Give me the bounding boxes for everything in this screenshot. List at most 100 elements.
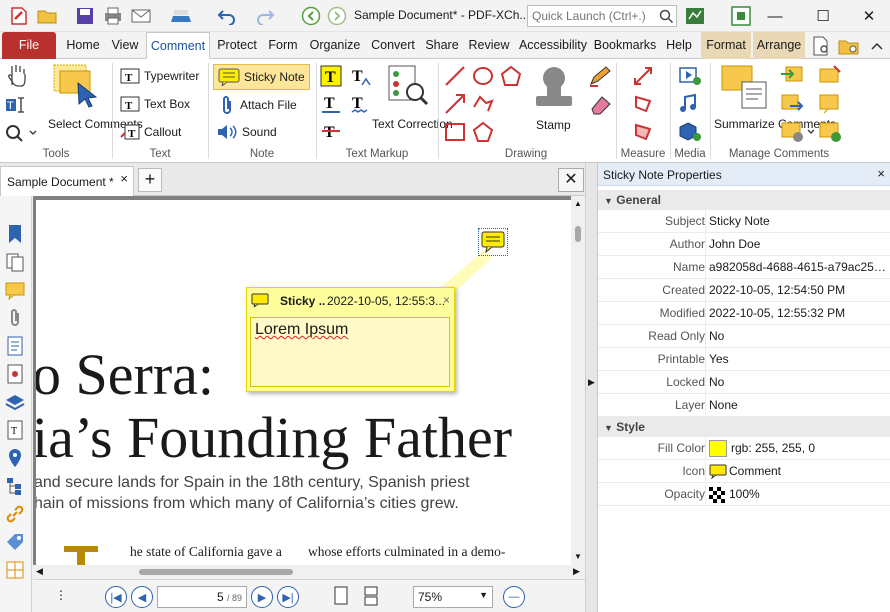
property-value[interactable]: 2022-10-05, 12:55:32 PM: [709, 306, 889, 320]
3d-object-icon[interactable]: [678, 121, 702, 146]
property-value[interactable]: Comment: [729, 464, 890, 478]
horizontal-scroll-thumb[interactable]: [139, 569, 293, 575]
scan-icon[interactable]: [170, 5, 192, 27]
summarize-comments-label[interactable]: Summarize Comments: [714, 118, 836, 131]
popup-text-field[interactable]: Lorem Ipsum: [250, 317, 450, 387]
tab-convert[interactable]: Convert: [367, 32, 419, 59]
typewriter-button[interactable]: T Typewriter: [120, 67, 199, 85]
content-panel-icon[interactable]: [5, 336, 25, 356]
tab-accessibility[interactable]: Accessibility: [516, 32, 590, 59]
export-comments-icon[interactable]: [780, 93, 804, 118]
minimize-button[interactable]: —: [752, 0, 798, 32]
section-general[interactable]: ▼ General: [598, 190, 890, 210]
line-icon[interactable]: [444, 65, 466, 90]
tab-bookmarks[interactable]: Bookmarks: [592, 32, 658, 59]
attachments-icon[interactable]: [5, 308, 25, 328]
callout-button[interactable]: T Callout: [120, 123, 181, 141]
structure-icon[interactable]: [5, 476, 25, 496]
tab-comment[interactable]: Comment: [146, 32, 210, 59]
scroll-left-icon[interactable]: ◀: [36, 566, 43, 577]
insert-text-icon[interactable]: T: [350, 65, 372, 90]
text-box-button[interactable]: T Text Box: [120, 95, 190, 113]
area-icon[interactable]: [632, 121, 654, 146]
undo-icon[interactable]: [216, 5, 238, 27]
links-icon[interactable]: [5, 504, 25, 524]
comments-settings-icon[interactable]: [780, 121, 816, 146]
tab-help[interactable]: Help: [662, 32, 696, 59]
print-icon[interactable]: [102, 5, 124, 27]
collapse-panel-icon[interactable]: ▶: [588, 377, 595, 388]
comment-flag-icon[interactable]: [818, 65, 842, 90]
property-row-fill-color[interactable]: Fill Color rgb: 255, 255, 0: [598, 437, 890, 460]
page-number-field[interactable]: 5 / 89: [157, 586, 247, 608]
select-comments-icon[interactable]: [52, 63, 102, 114]
sticky-note-annotation-icon[interactable]: [478, 228, 508, 256]
oval-icon[interactable]: [472, 65, 494, 90]
stamp-icon[interactable]: [530, 64, 578, 115]
property-value[interactable]: None: [709, 398, 889, 412]
text-correction-icon[interactable]: [385, 64, 429, 111]
zoom-select[interactable]: 75% ▼: [413, 586, 493, 608]
hand-tool-icon[interactable]: [6, 63, 28, 90]
close-window-button[interactable]: ✕: [846, 0, 890, 32]
stamp-label[interactable]: Stamp: [536, 118, 571, 132]
property-row-layer[interactable]: Layer None: [598, 394, 890, 417]
popup-close-icon[interactable]: ×: [443, 293, 450, 307]
tab-home[interactable]: Home: [62, 32, 104, 59]
sound-button[interactable]: Sound: [216, 123, 277, 141]
thumbnails-icon[interactable]: [5, 252, 25, 272]
property-row-opacity[interactable]: Opacity 100%: [598, 483, 890, 506]
next-page-button[interactable]: ▶: [251, 586, 273, 608]
single-page-icon[interactable]: [333, 586, 349, 609]
scroll-right-icon[interactable]: ▶: [573, 566, 580, 577]
eraser-icon[interactable]: [588, 93, 612, 118]
tab-form[interactable]: Form: [265, 32, 301, 59]
panel-splitter[interactable]: ▶: [585, 163, 597, 612]
zoom-out-button[interactable]: —: [503, 586, 525, 608]
tab-view[interactable]: View: [108, 32, 142, 59]
comment-check-icon[interactable]: [818, 121, 842, 146]
close-document-button[interactable]: ✕: [558, 168, 584, 192]
polygon-icon[interactable]: [500, 65, 522, 90]
back-icon[interactable]: [300, 5, 322, 27]
highlight-text-icon[interactable]: T: [320, 65, 342, 90]
fill-color-swatch[interactable]: [709, 440, 727, 457]
property-value[interactable]: No: [709, 375, 889, 389]
redo-icon[interactable]: [254, 5, 276, 27]
property-value[interactable]: John Doe: [709, 237, 889, 251]
continuous-page-icon[interactable]: [363, 586, 379, 609]
property-row-modified[interactable]: Modified 2022-10-05, 12:55:32 PM: [598, 302, 890, 325]
pdf-page[interactable]: o Serra: ia’s Founding Father and secure…: [36, 200, 571, 565]
sticky-note-popup[interactable]: Sticky .. 2022-10-05, 12:55:3... × Lorem…: [246, 287, 455, 392]
tags-icon[interactable]: T: [5, 420, 25, 440]
property-row-author[interactable]: Author John Doe: [598, 233, 890, 256]
customize-icon[interactable]: [684, 5, 706, 27]
scroll-down-icon[interactable]: ▼: [574, 552, 582, 561]
audio-icon[interactable]: [678, 93, 702, 118]
organizer-icon[interactable]: [5, 560, 25, 580]
destinations-icon[interactable]: [5, 448, 25, 468]
tab-review[interactable]: Review: [466, 32, 512, 59]
property-value[interactable]: Sticky Note: [709, 214, 889, 228]
select-text-icon[interactable]: T: [5, 96, 31, 117]
sticky-note-button[interactable]: Sticky Note: [213, 64, 310, 90]
forward-icon[interactable]: [326, 5, 348, 27]
open-folder-icon[interactable]: [36, 5, 58, 27]
maximize-button[interactable]: ☐: [800, 0, 846, 32]
close-panel-icon[interactable]: ×: [877, 166, 885, 181]
vertical-scrollbar[interactable]: ▲ ▼: [571, 196, 585, 565]
underline-text-icon[interactable]: T: [320, 93, 342, 118]
save-icon[interactable]: [74, 5, 96, 27]
layers-icon[interactable]: [5, 392, 25, 412]
property-row-name[interactable]: Name a982058d-4688-4615-a79ac25e43..: [598, 256, 890, 279]
email-icon[interactable]: [130, 5, 152, 27]
tab-protect[interactable]: Protect: [213, 32, 261, 59]
property-value[interactable]: a982058d-4688-4615-a79ac25e43..: [709, 260, 889, 274]
arrow-icon[interactable]: [444, 93, 466, 118]
tab-format[interactable]: Format: [701, 32, 751, 59]
squiggly-text-icon[interactable]: T: [350, 93, 372, 118]
distance-icon[interactable]: [632, 65, 654, 90]
video-icon[interactable]: [678, 65, 702, 90]
perimeter-icon[interactable]: [632, 93, 654, 118]
folder-search-icon[interactable]: [838, 35, 860, 57]
